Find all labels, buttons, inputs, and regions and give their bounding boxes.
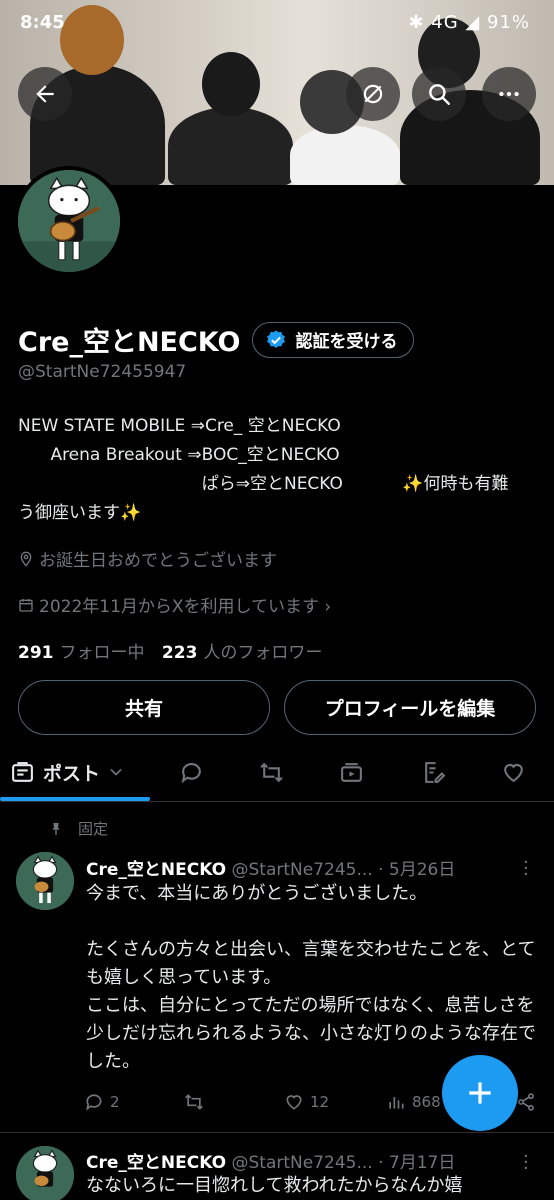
- reply-action[interactable]: 2: [84, 1092, 120, 1112]
- profile-location: お誕生日おめでとうございます: [18, 546, 277, 571]
- verified-badge-icon: [267, 329, 286, 348]
- tab-posts[interactable]: ポスト: [10, 744, 140, 800]
- tab-articles[interactable]: [410, 744, 456, 800]
- like-count: 12: [310, 1093, 330, 1111]
- followers-label: 人のフォロワー: [203, 643, 323, 663]
- reply-icon: [181, 762, 201, 783]
- back-button[interactable]: [18, 67, 72, 121]
- profile-avatar[interactable]: [14, 166, 124, 276]
- tweet-more-icon[interactable]: · · ·: [523, 854, 529, 884]
- reply-count: 2: [110, 1093, 120, 1111]
- tweet-divider: [0, 1132, 554, 1133]
- active-tab-indicator: [0, 797, 150, 801]
- followers-count: 223: [161, 643, 198, 663]
- bio-line: う御座います✨: [18, 503, 142, 523]
- circle-slash-icon: [363, 84, 383, 104]
- compose-button[interactable]: [442, 1055, 518, 1131]
- following-label: フォロー中: [59, 643, 145, 663]
- tweet-more-icon[interactable]: · · ·: [523, 1148, 529, 1178]
- profile-tabs: ポスト: [0, 744, 554, 802]
- search-icon: [429, 84, 450, 105]
- name-row: Cre_空とNECKO 認証を受ける: [18, 320, 415, 359]
- tweet-author-name[interactable]: Cre_空とNECKO: [86, 860, 226, 880]
- repost-icon: [259, 762, 283, 782]
- banner-head-2: [202, 52, 260, 116]
- cat-guitar-avatar-icon: [18, 170, 120, 272]
- bio-line: Arena Breakout ⇒BOC_空とNECKO: [18, 445, 340, 465]
- heart-icon: [503, 763, 523, 782]
- more-horizontal-icon: [499, 91, 519, 97]
- tweet-handle-date: @StartNe7245... · 7月17日: [226, 1153, 456, 1173]
- share-action[interactable]: [516, 1092, 542, 1112]
- arrow-left-icon: [36, 85, 54, 103]
- pin-icon: [52, 822, 60, 835]
- profile-joined[interactable]: 2022年11月からXを利用しています ›: [18, 592, 331, 617]
- location-pin-icon: [20, 551, 32, 567]
- tweet-text: 今まで、本当にありがとうございました。 たくさんの方々と出会い、言葉を交わせたこ…: [86, 883, 536, 1072]
- following-count: 291: [18, 643, 54, 663]
- get-verified-button[interactable]: 認証を受ける: [252, 321, 415, 358]
- tab-posts-label: ポスト: [43, 762, 101, 785]
- tab-likes[interactable]: [490, 744, 536, 800]
- plus-icon: [469, 1082, 491, 1104]
- status-icons: ✱ 4G ◢ 91%: [408, 12, 530, 33]
- tweet-header: Cre_空とNECKO @StartNe7245... · 5月26日: [86, 855, 536, 880]
- tweet-handle-date: @StartNe7245... · 5月26日: [226, 860, 456, 880]
- tweet-avatar[interactable]: [16, 852, 74, 910]
- reply-icon: [86, 1094, 102, 1111]
- edit-profile-label: プロフィールを編集: [324, 698, 496, 720]
- tab-reposts[interactable]: [248, 744, 294, 800]
- pinned-label: 固定: [78, 820, 109, 838]
- view-count: 868: [412, 1093, 441, 1111]
- repost-icon: [185, 1094, 203, 1110]
- heart-icon: [286, 1095, 302, 1110]
- share-icon: [518, 1093, 534, 1111]
- tweet-author-name[interactable]: Cre_空とNECKO: [86, 1153, 226, 1173]
- display-name: Cre_空とNECKO: [18, 327, 241, 358]
- status-bar: 8:45 ✱ 4G ◢ 91%: [0, 0, 554, 48]
- profile-bio: NEW STATE MOBILE ⇒Cre_ 空とNECKO Arena Bre…: [18, 412, 538, 528]
- grok-button[interactable]: [346, 67, 400, 121]
- profile-handle: @StartNe72455947: [18, 362, 187, 382]
- posts-icon: [12, 761, 33, 782]
- followers-link[interactable]: 223 人のフォロワー: [162, 643, 323, 663]
- search-button[interactable]: [412, 67, 466, 121]
- location-text: お誕生日おめでとうございます: [39, 551, 277, 571]
- bar-chart-icon: [389, 1097, 404, 1109]
- article-edit-icon: [424, 761, 445, 783]
- more-button[interactable]: [482, 67, 536, 121]
- cat-guitar-avatar-icon: [16, 1146, 74, 1200]
- follow-counts: 291 フォロー中 223 人のフォロワー: [18, 638, 322, 663]
- edit-profile-button[interactable]: プロフィールを編集: [284, 680, 536, 735]
- bio-line: NEW STATE MOBILE ⇒Cre_ 空とNECKO: [18, 416, 341, 436]
- joined-text: 2022年11月からXを利用しています ›: [39, 597, 332, 617]
- tweet-avatar[interactable]: [16, 1146, 74, 1200]
- status-time: 8:45: [20, 12, 65, 33]
- media-icon: [340, 762, 362, 782]
- following-link[interactable]: 291 フォロー中: [18, 643, 145, 663]
- share-button[interactable]: 共有: [18, 680, 270, 735]
- like-action[interactable]: 12: [284, 1092, 329, 1112]
- banner-person-3: [290, 125, 400, 185]
- chevron-down-icon: [110, 768, 122, 776]
- pinned-indicator: 固定: [48, 818, 108, 839]
- get-verified-label: 認証を受ける: [295, 332, 398, 352]
- share-label: 共有: [124, 698, 163, 720]
- cat-guitar-avatar-icon: [16, 852, 74, 910]
- repost-action[interactable]: [184, 1092, 210, 1112]
- calendar-icon: [19, 598, 33, 612]
- tweet-text: なないろに一目惚れして救われたからなんか嬉: [86, 1175, 463, 1196]
- tweet-header: Cre_空とNECKO @StartNe7245... · 7月17日: [86, 1148, 536, 1173]
- tab-replies[interactable]: [168, 744, 214, 800]
- tab-media[interactable]: [328, 744, 374, 800]
- banner-person-2: [168, 107, 293, 185]
- views-action[interactable]: 868: [386, 1092, 441, 1112]
- bio-line: ぱら⇒空とNECKO ✨何時も有難: [18, 474, 509, 494]
